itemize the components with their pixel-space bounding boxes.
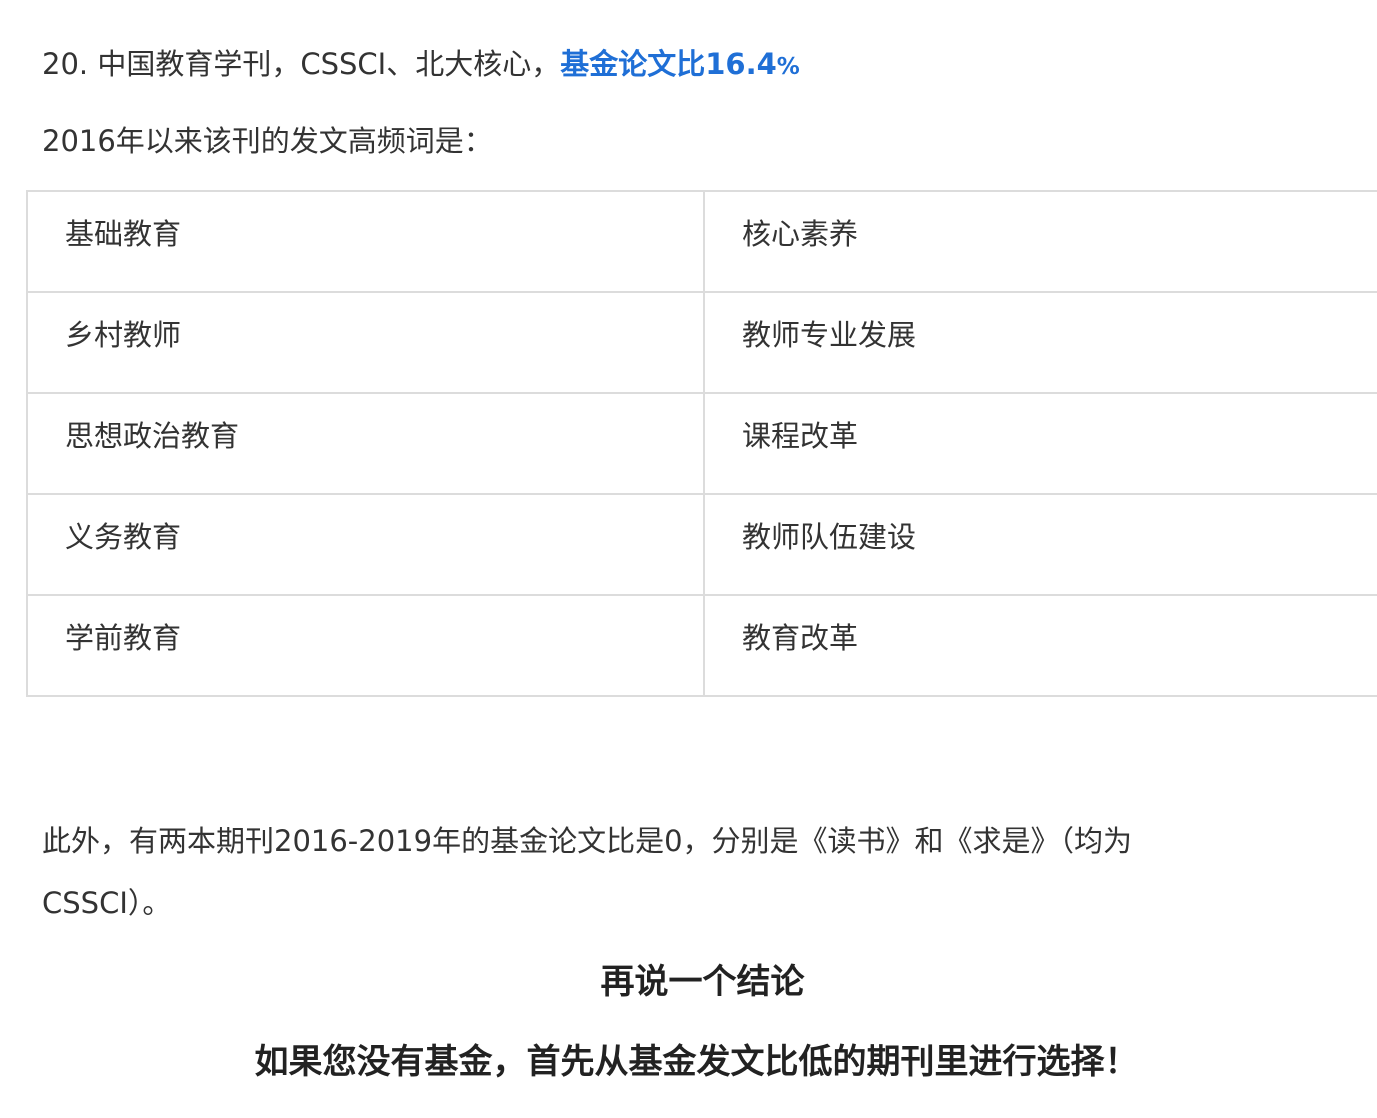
table-cell: 课程改革 (703, 392, 1377, 495)
table-cell: 教师队伍建设 (703, 493, 1377, 596)
journal-entry-line: 20. 中国教育学刊，CSSCI、北大核心，基金论文比16.4% (42, 33, 800, 98)
table-row: 义务教育 教师队伍建设 (26, 493, 1377, 596)
fund-ratio-percent-sign: % (776, 54, 800, 80)
table-row: 思想政治教育 课程改革 (26, 392, 1377, 495)
keyword-text: 乡村教师 (65, 318, 182, 352)
table-cell: 教师专业发展 (703, 291, 1377, 394)
table-cell: 教育改革 (703, 594, 1377, 697)
table-row: 乡村教师 教师专业发展 (26, 291, 1377, 394)
keyword-text: 课程改革 (742, 419, 859, 453)
table-cell: 基础教育 (26, 190, 705, 293)
table-cell: 学前教育 (26, 594, 705, 697)
table-row: 基础教育 核心素养 (26, 190, 1377, 293)
keyword-text: 学前教育 (65, 621, 182, 655)
keyword-text: 核心素养 (742, 217, 859, 251)
zero-fund-note: 此外，有两本期刊2016-2019年的基金论文比是0，分别是《读书》和《求是》（… (42, 810, 1242, 934)
table-cell: 乡村教师 (26, 291, 705, 394)
keyword-text: 思想政治教育 (65, 419, 240, 453)
keyword-text: 教师队伍建设 (742, 520, 917, 554)
table-cell: 核心素养 (703, 190, 1377, 293)
keyword-table: 基础教育 核心素养 乡村教师 教师专业发展 思想政治教育 课程改革 义务教育 教… (26, 190, 1377, 697)
note-line-2: CSSCI）。 (42, 886, 172, 920)
table-row: 学前教育 教育改革 (26, 594, 1377, 697)
keyword-text: 义务教育 (65, 520, 182, 554)
table-cell: 思想政治教育 (26, 392, 705, 495)
keyword-text: 教育改革 (742, 621, 859, 655)
table-cell: 义务教育 (26, 493, 705, 596)
keyword-text: 教师专业发展 (742, 318, 917, 352)
note-line-1: 此外，有两本期刊2016-2019年的基金论文比是0，分别是《读书》和《求是》（… (42, 824, 1133, 858)
fund-ratio-highlight: 基金论文比16.4% (560, 47, 800, 81)
high-frequency-intro: 2016年以来该刊的发文高频词是： (42, 124, 493, 158)
fund-ratio-text: 基金论文比16.4 (560, 47, 777, 81)
advice-text: 如果您没有基金，首先从基金发文比低的期刊里进行选择！ (254, 1042, 1139, 1082)
keyword-text: 基础教育 (65, 217, 182, 251)
conclusion-heading: 再说一个结论 (600, 962, 805, 1002)
journal-entry-text: 20. 中国教育学刊，CSSCI、北大核心， (42, 47, 561, 81)
